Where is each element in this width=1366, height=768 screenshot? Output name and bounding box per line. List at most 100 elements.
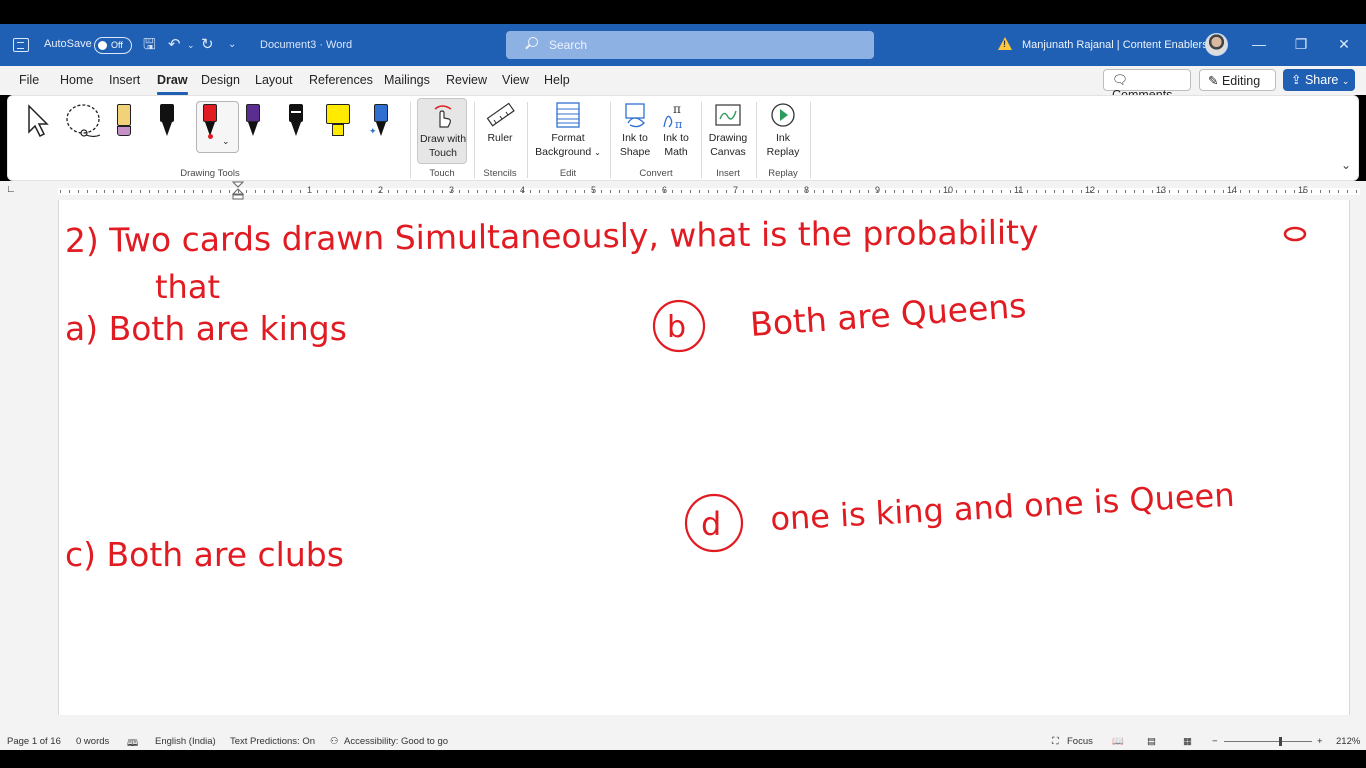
ink-to-math-icon[interactable]: π π [661,101,689,129]
ruler-tick [273,190,274,193]
ruler-tick [1338,190,1339,193]
tab-draw[interactable]: Draw [157,73,188,95]
ruler-tick [1267,190,1268,193]
editing-mode-button[interactable]: ✎ Editing ⌄ [1199,69,1276,101]
print-layout-icon[interactable]: ▤ [1147,736,1156,747]
ink-replay-icon[interactable] [769,101,797,129]
eraser-icon[interactable] [117,104,131,140]
separator [701,102,702,178]
red-pen-icon[interactable] [203,104,217,140]
save-icon[interactable]: 🖫 [143,36,156,54]
ruler-tick [1107,190,1108,193]
ruler-tick [113,190,114,193]
ruler-tick [726,190,727,193]
ink-to-shape-icon[interactable] [622,101,650,129]
pen-options-chevron-icon[interactable]: ⌄ [222,136,230,147]
undo-dropdown-icon[interactable]: ⌄ [187,36,195,54]
tab-stop-icon[interactable]: ∟ [6,184,16,195]
accessibility-status[interactable]: Accessibility: Good to go [344,736,448,747]
purple-pen-icon[interactable] [246,104,260,140]
zoom-slider-thumb[interactable] [1279,737,1282,746]
page-count[interactable]: Page 1 of 16 [7,736,61,747]
user-name[interactable]: Manjunath Rajanal | Content Enablers [1022,39,1208,51]
undo-icon[interactable]: ↶ [168,36,181,54]
format-background-icon[interactable] [554,101,582,129]
group-label-touch: Touch [429,168,455,179]
black-pencil-icon[interactable] [289,104,303,140]
zoom-in-icon[interactable]: + [1317,736,1323,747]
draw-with-touch-button[interactable]: Draw with Touch [417,98,467,164]
tab-references[interactable]: References [309,73,373,87]
ruler-tick [948,190,949,193]
ruler-tick [832,190,833,193]
comments-icon: 🗨 [1112,73,1128,87]
separator [410,102,411,178]
ink-dot-mark [1283,226,1307,242]
tab-design[interactable]: Design [201,73,240,87]
tab-home[interactable]: Home [60,73,93,87]
collapse-ribbon-chevron-icon[interactable]: ⌄ [1341,158,1351,172]
close-icon[interactable]: ✕ [1334,36,1354,53]
lasso-select-icon[interactable] [64,102,104,140]
tab-layout[interactable]: Layout [255,73,293,87]
ink-part-d: one is king and one is Queen [769,476,1235,538]
accessibility-icon[interactable]: ⚇ [330,736,339,747]
ruler-tick [451,190,452,193]
warning-icon[interactable] [998,37,1012,50]
ruler-tick [96,190,97,193]
avatar[interactable] [1205,33,1228,56]
ruler-tick [1072,190,1073,193]
tab-help[interactable]: Help [544,73,570,87]
focus-mode-button[interactable]: Focus [1067,736,1093,747]
ruler-tick [442,190,443,193]
ruler-tick [459,190,460,193]
tab-review[interactable]: Review [446,73,487,87]
ink-replay-label-line2: Replay [766,146,800,158]
pencil-icon: ✎ [1208,74,1219,88]
word-count[interactable]: 0 words [76,736,109,747]
language-indicator[interactable]: English (India) [155,736,216,747]
restore-icon[interactable]: ❐ [1291,36,1311,53]
read-mode-icon[interactable]: 📖 [1112,736,1124,747]
tab-file[interactable]: File [19,73,39,87]
zoom-slider[interactable] [1224,741,1312,742]
select-arrow-icon[interactable] [26,104,52,138]
ruler-tick [380,190,381,193]
share-button[interactable]: ⇪ Share ⌄ [1283,69,1355,91]
ruler-tick [238,190,239,193]
document-page[interactable]: 2) Two cards drawn Simultaneously, what … [58,200,1350,715]
autosave-toggle[interactable]: Off [94,37,132,54]
yellow-highlighter-icon[interactable] [326,104,350,140]
drawing-canvas-icon[interactable] [714,101,742,129]
horizontal-ruler[interactable]: ∟ 123456789101112131415 [0,181,1366,200]
comments-button[interactable]: 🗨 Comments [1103,69,1191,102]
redo-icon[interactable]: ↻ [201,36,214,54]
ruler-tick [770,190,771,193]
customize-toolbar-icon[interactable]: ⌄ [228,36,236,54]
ruler-tick [930,190,931,193]
ruler-tick [593,190,594,193]
ruler-tick [1356,190,1357,193]
ruler-label[interactable]: Ruler [478,131,522,145]
text-predictions[interactable]: Text Predictions: On [230,736,315,747]
search-box[interactable]: Search [506,31,874,59]
minimize-icon[interactable]: — [1249,36,1269,52]
separator [756,102,757,178]
zoom-out-icon[interactable]: − [1212,736,1218,747]
zoom-level[interactable]: 212% [1336,736,1360,747]
ruler-tick [78,190,79,193]
blue-glitter-pen-icon[interactable]: ✦ [369,104,388,140]
ruler-tick [1169,190,1170,193]
black-pen-icon[interactable] [160,104,174,140]
ruler-tick [965,190,966,193]
focus-icon[interactable]: ⛶ [1052,736,1059,747]
ruler-tick [1276,190,1277,193]
web-layout-icon[interactable]: ▦ [1183,736,1192,747]
tab-insert[interactable]: Insert [109,73,140,87]
tab-view[interactable]: View [502,73,529,87]
ruler-tick [530,190,531,193]
ruler-tick [362,190,363,193]
ruler-icon[interactable] [485,101,515,129]
ruler-tick [548,190,549,193]
tab-mailings[interactable]: Mailings [384,73,430,87]
